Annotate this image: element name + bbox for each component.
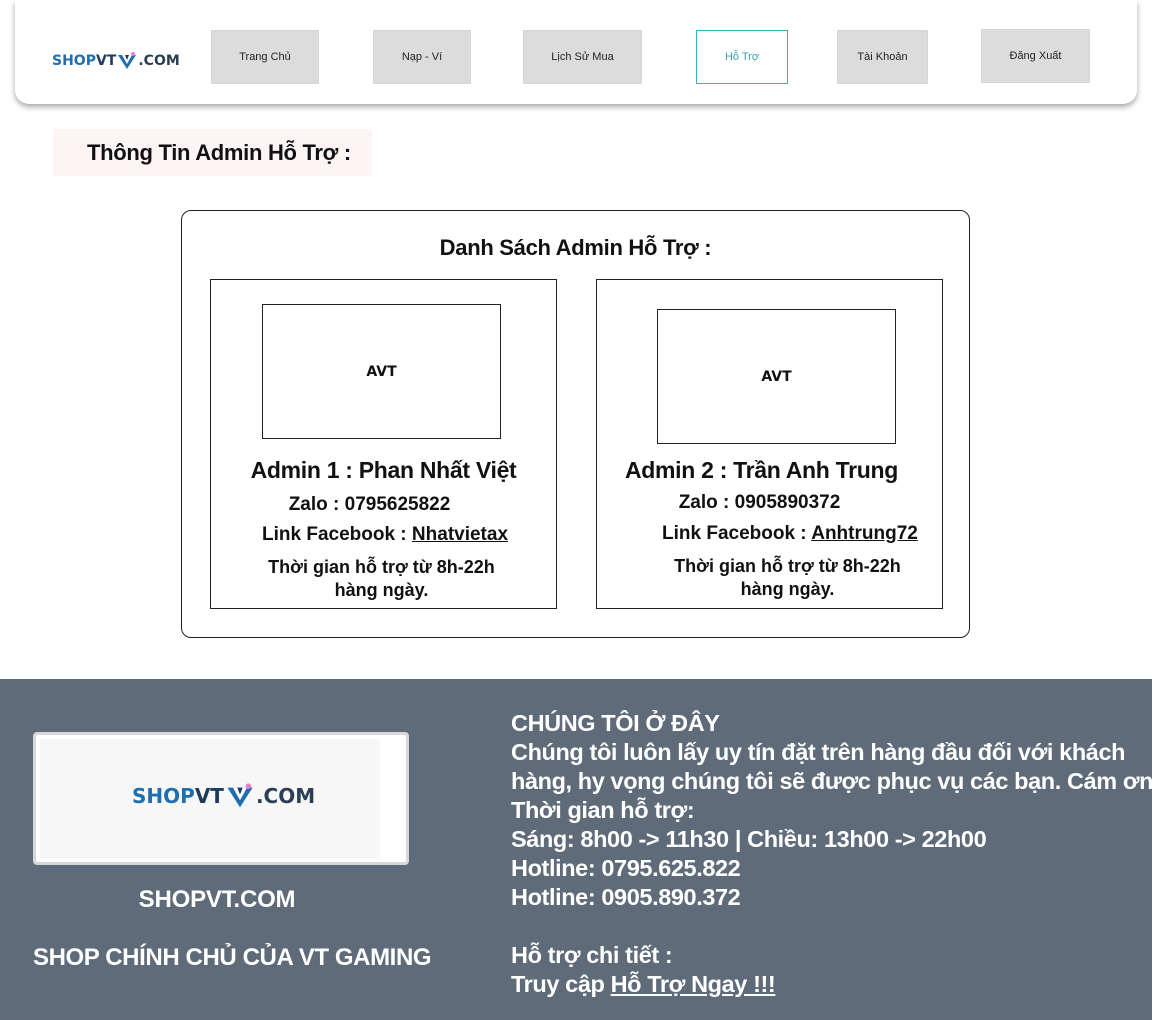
admin-zalo: Zalo : 0795625822 bbox=[288, 494, 451, 515]
support-now-link[interactable]: Hỗ Trợ Ngay !!! bbox=[611, 971, 776, 997]
support-time: Sáng: 8h00 -> 11h30 | Chiều: 13h00 -> 22… bbox=[511, 826, 987, 852]
logo-text-vt: VT bbox=[95, 53, 117, 69]
logo-text-com: .COM bbox=[138, 53, 180, 69]
logo-text-vt: VT bbox=[194, 784, 224, 808]
admin-support-hours: Thời gian hỗ trợ từ 8h-22h hàng ngày. bbox=[615, 555, 960, 601]
admin-zalo: Zalo : 0905890372 bbox=[678, 492, 841, 513]
admin-avatar: AVT bbox=[262, 304, 501, 439]
nav-home-button[interactable]: Trang Chủ bbox=[211, 30, 319, 84]
admin-facebook: Link Facebook : Nhatvietax bbox=[262, 524, 508, 546]
section-title: Thông Tin Admin Hỗ Trợ : bbox=[53, 129, 372, 176]
facebook-link[interactable]: Anhtrung72 bbox=[811, 523, 918, 544]
logo-text-shop: SHOP bbox=[132, 784, 195, 808]
shopvt-logo[interactable]: SHOP VT .COM bbox=[52, 44, 180, 78]
top-navigation-bar: SHOP VT .COM Trang Chủ Nạp - Ví Lịch Sử Mu… bbox=[15, 0, 1137, 104]
detail-support-label: Hỗ trợ chi tiết : bbox=[511, 942, 673, 968]
nav-support-button[interactable]: Hỗ Trợ bbox=[696, 30, 788, 84]
access-prefix: Truy cập bbox=[511, 971, 611, 997]
logo-text-com: .COM bbox=[255, 784, 316, 808]
footer-description-line-1: Chúng tôi luôn lấy uy tín đặt trên hàng … bbox=[511, 739, 1126, 765]
footer: SHOP VT .COM SHOPVT.COM SHOP CHÍNH CHỦ CỦA… bbox=[0, 679, 1152, 1020]
hours-line-1: Thời gian hỗ trợ từ 8h-22h bbox=[674, 556, 901, 576]
support-access-line: Truy cập Hỗ Trợ Ngay !!! bbox=[511, 970, 1131, 999]
admin-support-hours: Thời gian hỗ trợ từ 8h-22h hàng ngày. bbox=[209, 556, 554, 602]
diamond-icon bbox=[226, 783, 254, 809]
diamond-icon bbox=[117, 52, 137, 70]
logo-text-shop: SHOP bbox=[52, 53, 96, 69]
facebook-label: Link Facebook : bbox=[662, 523, 812, 544]
support-time-label: Thời gian hỗ trợ: bbox=[511, 797, 695, 823]
hours-line-1: Thời gian hỗ trợ từ 8h-22h bbox=[268, 557, 495, 577]
nav-wallet-button[interactable]: Nạp - Ví bbox=[373, 30, 471, 84]
admin-name: Admin 1 : Phan Nhất Việt bbox=[250, 457, 517, 483]
hours-line-2: hàng ngày. bbox=[740, 579, 835, 599]
admin-list-title: Danh Sách Admin Hỗ Trợ : bbox=[439, 235, 712, 260]
footer-logo-box: SHOP VT .COM bbox=[33, 732, 409, 865]
shopvt-logo[interactable]: SHOP VT .COM bbox=[132, 783, 315, 809]
admin-card: AVT Admin 1 : Phan Nhất Việt Zalo : 0795… bbox=[210, 279, 557, 609]
hotline-2: Hotline: 0905.890.372 bbox=[511, 884, 741, 910]
footer-contact-info: CHÚNG TÔI Ở ĐÂY Chúng tôi luôn lấy uy tí… bbox=[511, 709, 1152, 999]
footer-slogan: SHOP CHÍNH CHỦ CỦA VT GAMING bbox=[33, 944, 432, 971]
admin-avatar: AVT bbox=[657, 309, 896, 444]
nav-history-button[interactable]: Lịch Sử Mua bbox=[523, 30, 642, 84]
admin-name: Admin 2 : Trần Anh Trung bbox=[624, 457, 899, 483]
facebook-label: Link Facebook : bbox=[262, 524, 412, 545]
footer-heading: CHÚNG TÔI Ở ĐÂY bbox=[511, 710, 720, 736]
footer-brand-name: SHOPVT.COM bbox=[138, 886, 296, 913]
footer-description-line-2: hàng, hy vọng chúng tôi sẽ được phục vụ … bbox=[511, 768, 1152, 794]
admin-card: AVT Admin 2 : Trần Anh Trung Zalo : 0905… bbox=[596, 279, 943, 609]
hotline-1: Hotline: 0795.625.822 bbox=[511, 855, 741, 881]
nav-account-button[interactable]: Tài Khoản bbox=[837, 30, 928, 84]
hours-line-2: hàng ngày. bbox=[334, 580, 429, 600]
admin-facebook: Link Facebook : Anhtrung72 bbox=[662, 523, 918, 545]
nav-logout-button[interactable]: Đăng Xuất bbox=[981, 29, 1090, 83]
facebook-link[interactable]: Nhatvietax bbox=[412, 524, 508, 545]
admin-list-panel: Danh Sách Admin Hỗ Trợ : AVT Admin 1 : P… bbox=[181, 210, 970, 638]
